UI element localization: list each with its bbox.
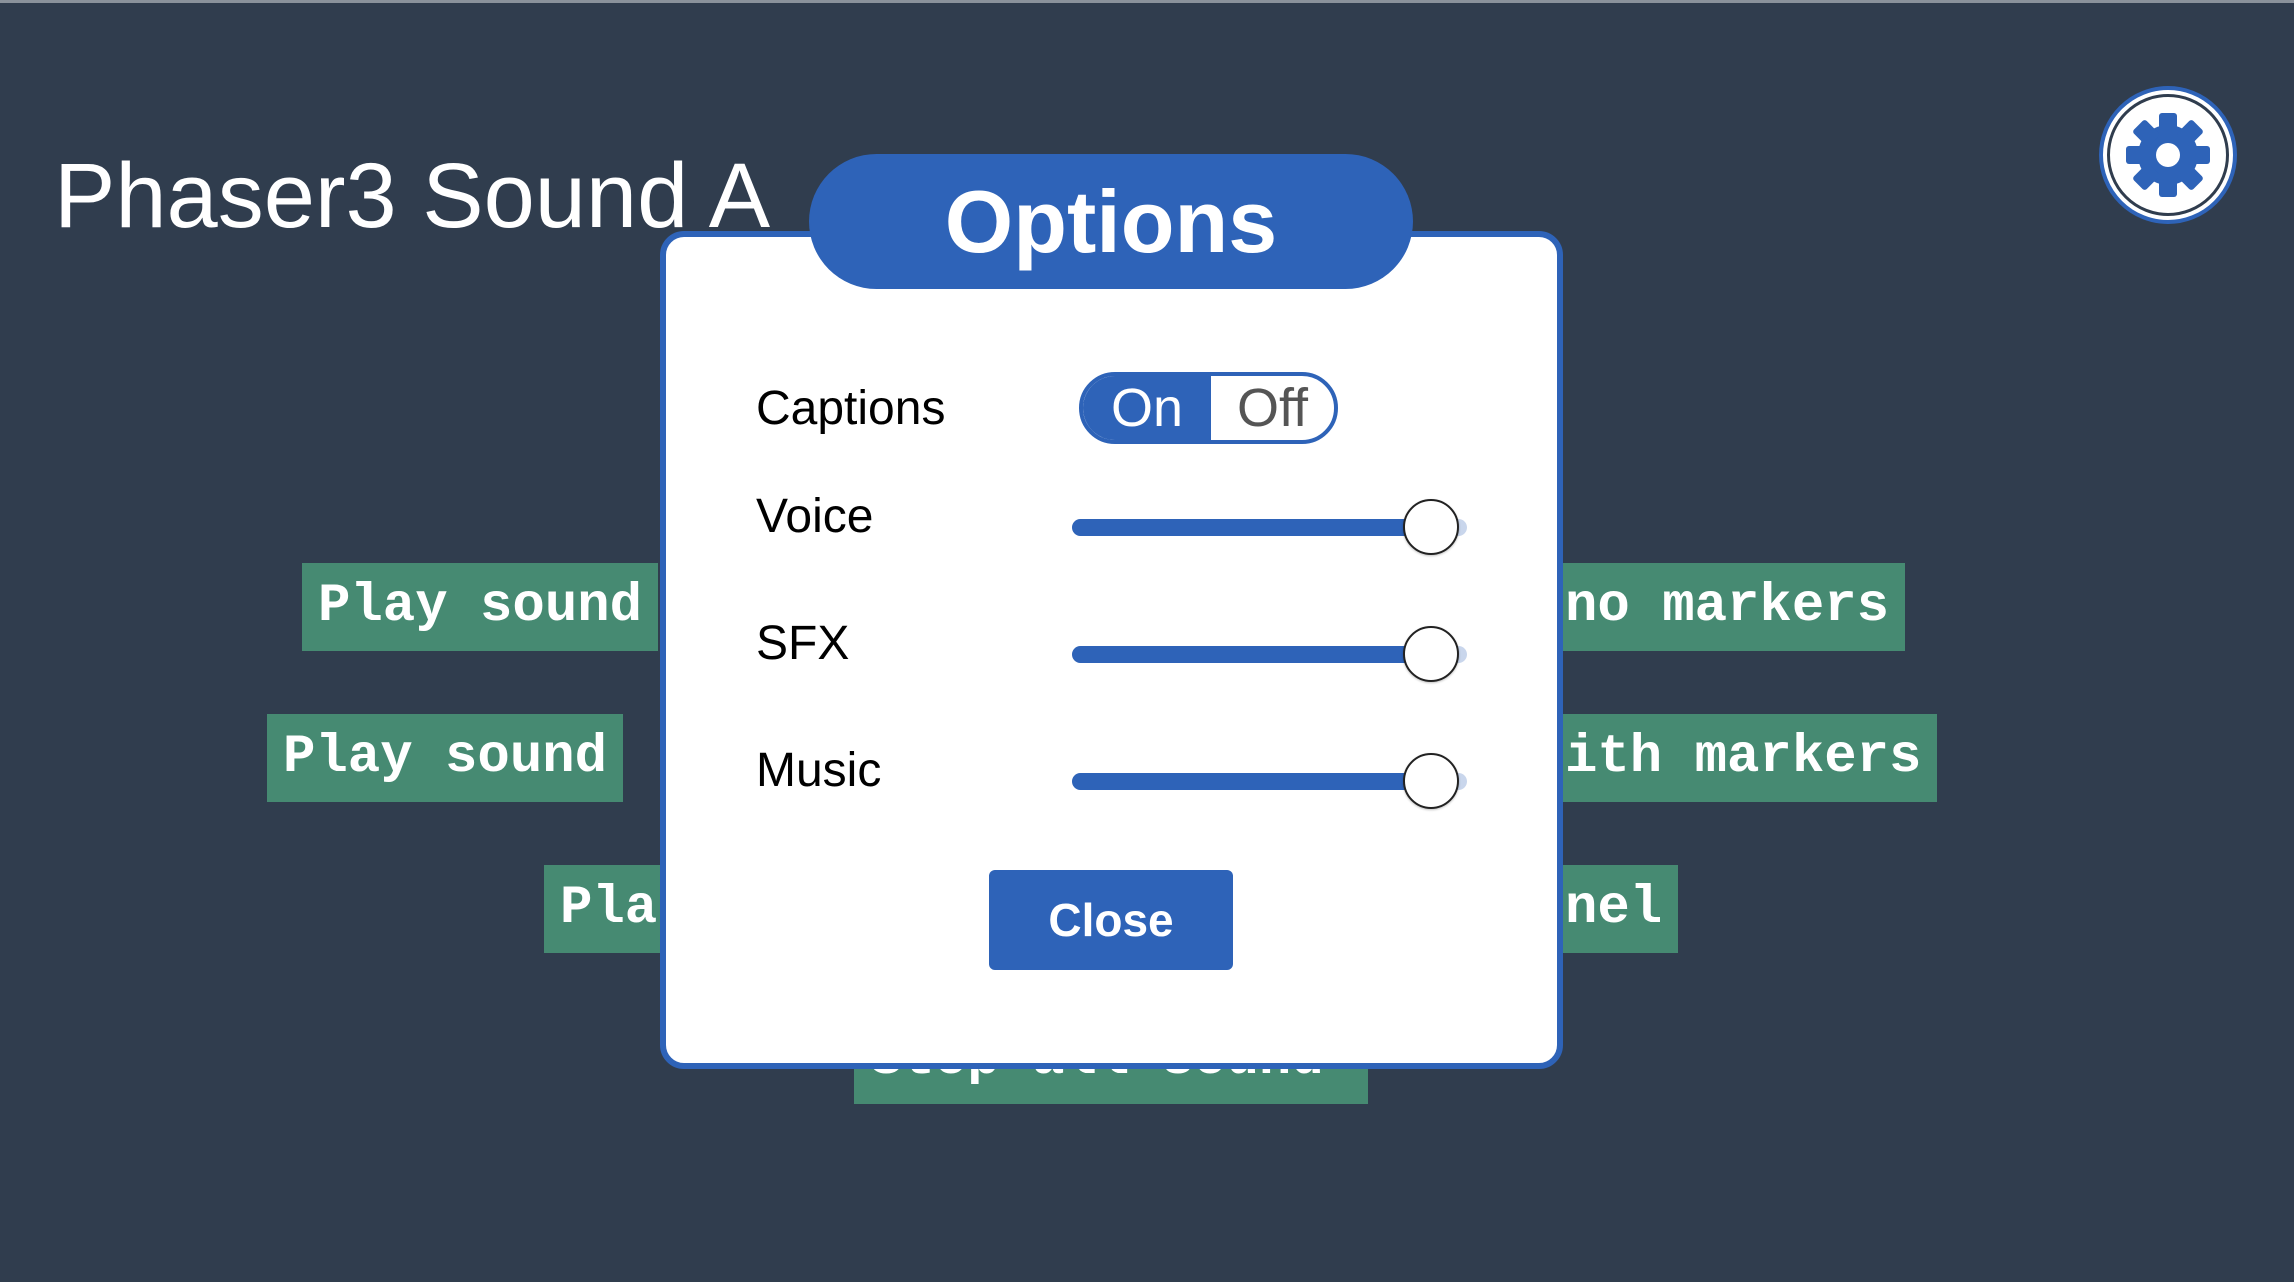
captions-toggle[interactable]: On Off xyxy=(1079,372,1338,444)
music-label: Music xyxy=(756,744,882,797)
sfx-label: SFX xyxy=(756,617,850,670)
music-slider-thumb[interactable] xyxy=(1403,753,1460,809)
page-title: Phaser3 Sound A xyxy=(54,145,771,247)
top-border xyxy=(0,0,2294,3)
captions-label: Captions xyxy=(756,382,946,435)
play-sound-with-markers-button[interactable]: Play sound xyxy=(267,714,624,802)
captions-toggle-on[interactable]: On xyxy=(1083,376,1211,440)
play-sound-no-markers-button-right[interactable]: no markers xyxy=(1545,563,1906,651)
play-sound-channel-button[interactable]: Pla xyxy=(544,865,674,953)
play-sound-channel-button-right[interactable]: nel xyxy=(1545,865,1679,953)
close-button[interactable]: Close xyxy=(989,870,1233,970)
gear-icon xyxy=(2118,105,2218,205)
play-sound-no-markers-button[interactable]: Play sound xyxy=(302,563,659,651)
voice-slider-thumb[interactable] xyxy=(1403,499,1460,555)
voice-slider[interactable] xyxy=(1072,497,1467,557)
sfx-slider-fill xyxy=(1072,646,1432,663)
sfx-slider[interactable] xyxy=(1072,624,1467,684)
music-slider-fill xyxy=(1072,773,1432,790)
options-dialog-title: Options xyxy=(809,154,1413,289)
music-slider[interactable] xyxy=(1072,751,1467,811)
captions-toggle-off[interactable]: Off xyxy=(1211,376,1334,440)
play-sound-with-markers-button-right[interactable]: ith markers xyxy=(1545,714,1938,802)
settings-button[interactable] xyxy=(2099,86,2237,224)
voice-label: Voice xyxy=(756,490,874,543)
game-canvas: Phaser3 Sound A Play sound no markers Pl… xyxy=(0,0,2294,1282)
sfx-slider-thumb[interactable] xyxy=(1403,626,1460,682)
voice-slider-fill xyxy=(1072,519,1432,536)
